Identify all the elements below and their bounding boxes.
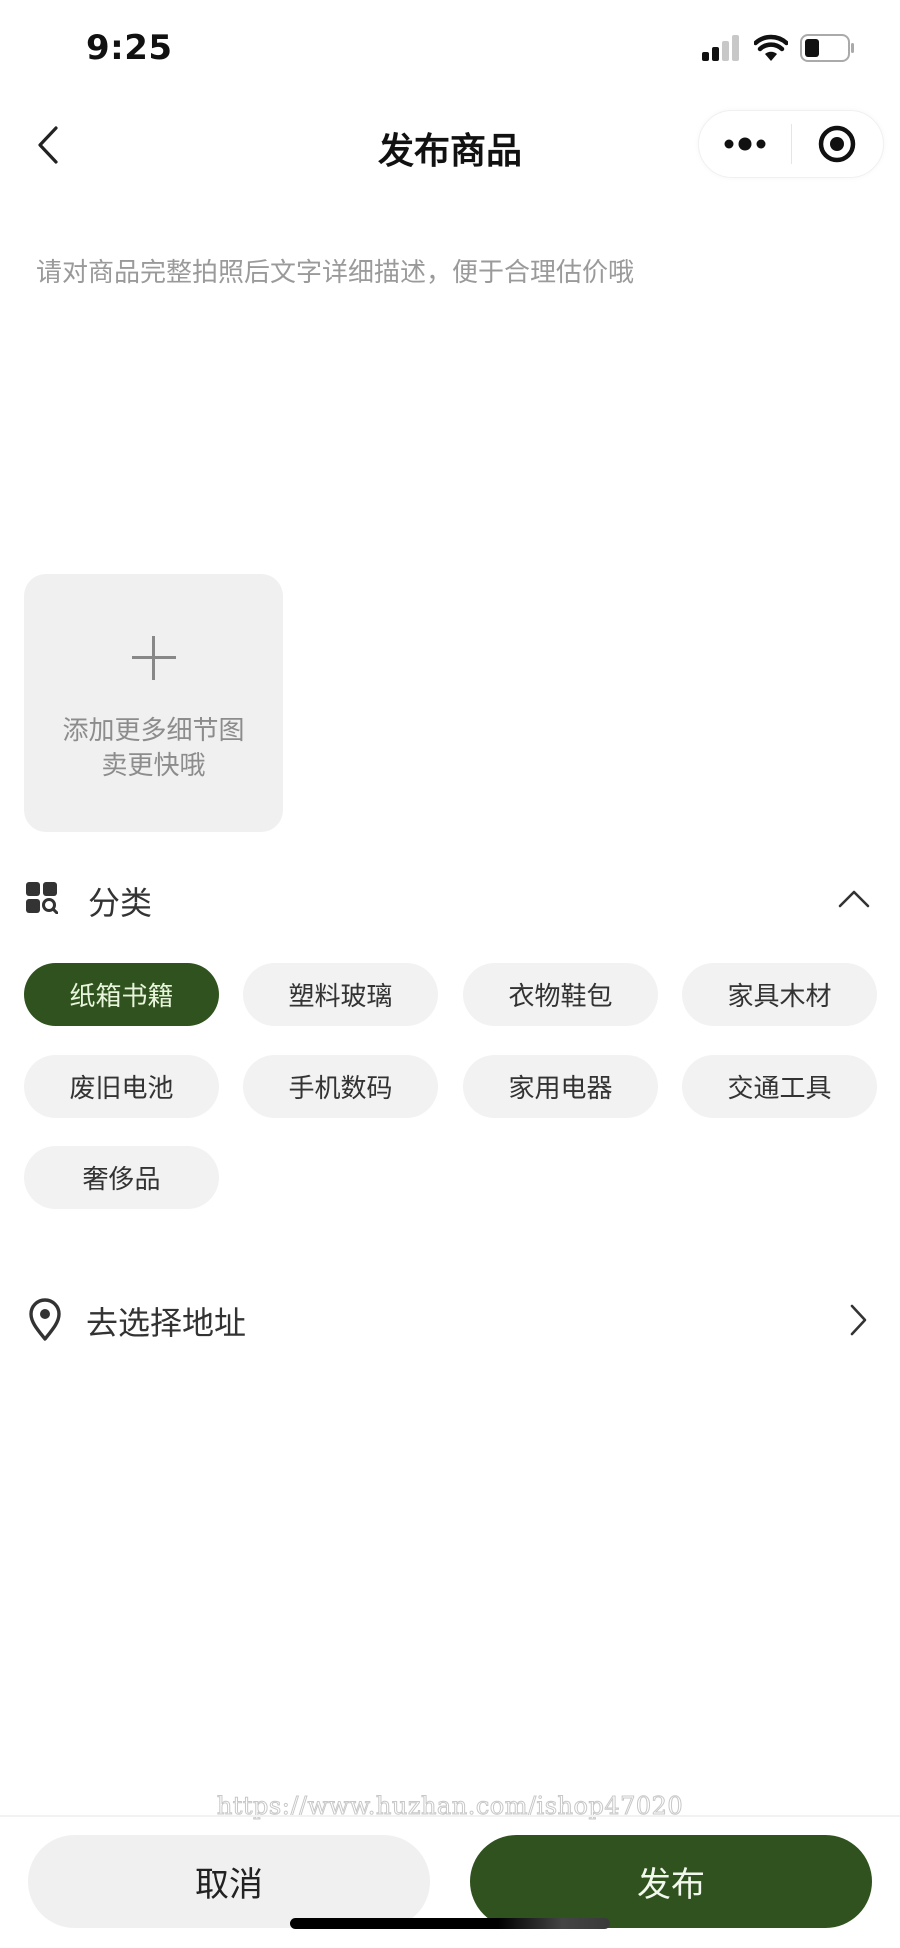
category-title: 分类 <box>88 884 153 922</box>
category-chip[interactable]: 交通工具 <box>682 1055 877 1118</box>
category-chip[interactable]: 奢侈品 <box>24 1146 219 1209</box>
cancel-button[interactable]: 取消 <box>28 1835 430 1928</box>
category-chip[interactable]: 家具木材 <box>682 963 877 1026</box>
more-dots-icon <box>724 137 766 151</box>
category-chip[interactable]: 衣物鞋包 <box>463 963 658 1026</box>
category-chip[interactable]: 废旧电池 <box>24 1055 219 1118</box>
chevron-right-icon <box>850 1304 867 1336</box>
address-label: 去选择地址 <box>86 1304 247 1342</box>
mini-program-capsule <box>698 110 884 178</box>
close-mini-program-button[interactable] <box>792 111 884 177</box>
category-chip[interactable]: 手机数码 <box>243 1055 438 1118</box>
category-search-icon <box>26 882 58 914</box>
nav-bar: 发布商品 <box>0 100 900 190</box>
chevron-up-icon <box>838 890 870 908</box>
add-photo-hint: 添加更多细节图 卖更快哦 <box>24 714 283 784</box>
publish-button[interactable]: 发布 <box>470 1835 872 1928</box>
add-photo-hint-line2: 卖更快哦 <box>101 751 206 781</box>
wifi-icon <box>754 34 788 61</box>
plus-icon <box>132 636 176 680</box>
signal-icon <box>702 35 739 61</box>
description-input[interactable] <box>36 252 866 532</box>
add-photo-hint-line1: 添加更多细节图 <box>62 716 245 746</box>
status-bar: 9:25 <box>0 0 900 96</box>
battery-icon <box>800 34 854 62</box>
category-chip[interactable]: 纸箱书籍 <box>24 963 219 1026</box>
category-chip[interactable]: 塑料玻璃 <box>243 963 438 1026</box>
status-time: 9:25 <box>86 28 173 68</box>
collapse-category-button[interactable] <box>834 880 874 916</box>
location-pin-icon <box>29 1298 61 1341</box>
target-circle-icon <box>819 125 856 163</box>
more-button[interactable] <box>699 111 791 177</box>
select-address-row[interactable]: 去选择地址 <box>0 1290 900 1350</box>
bottom-divider <box>0 1815 900 1817</box>
home-indicator <box>290 1918 610 1929</box>
category-header: 分类 <box>0 866 900 930</box>
category-chip[interactable]: 家用电器 <box>463 1055 658 1118</box>
status-icons <box>702 34 856 62</box>
add-photo-button[interactable]: 添加更多细节图 卖更快哦 <box>24 574 283 832</box>
